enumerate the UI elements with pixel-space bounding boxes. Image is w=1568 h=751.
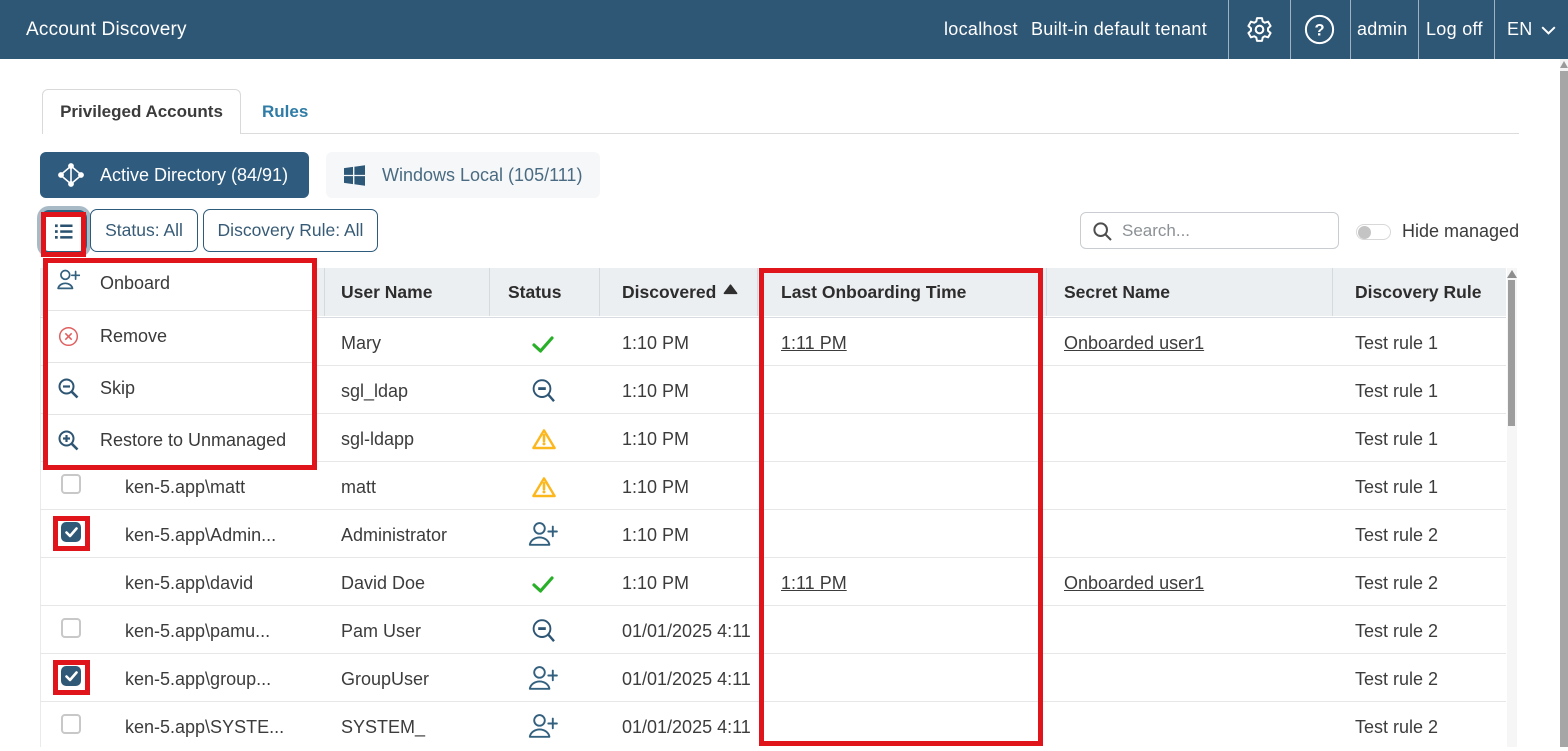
svg-text:?: ? [1314,22,1324,40]
